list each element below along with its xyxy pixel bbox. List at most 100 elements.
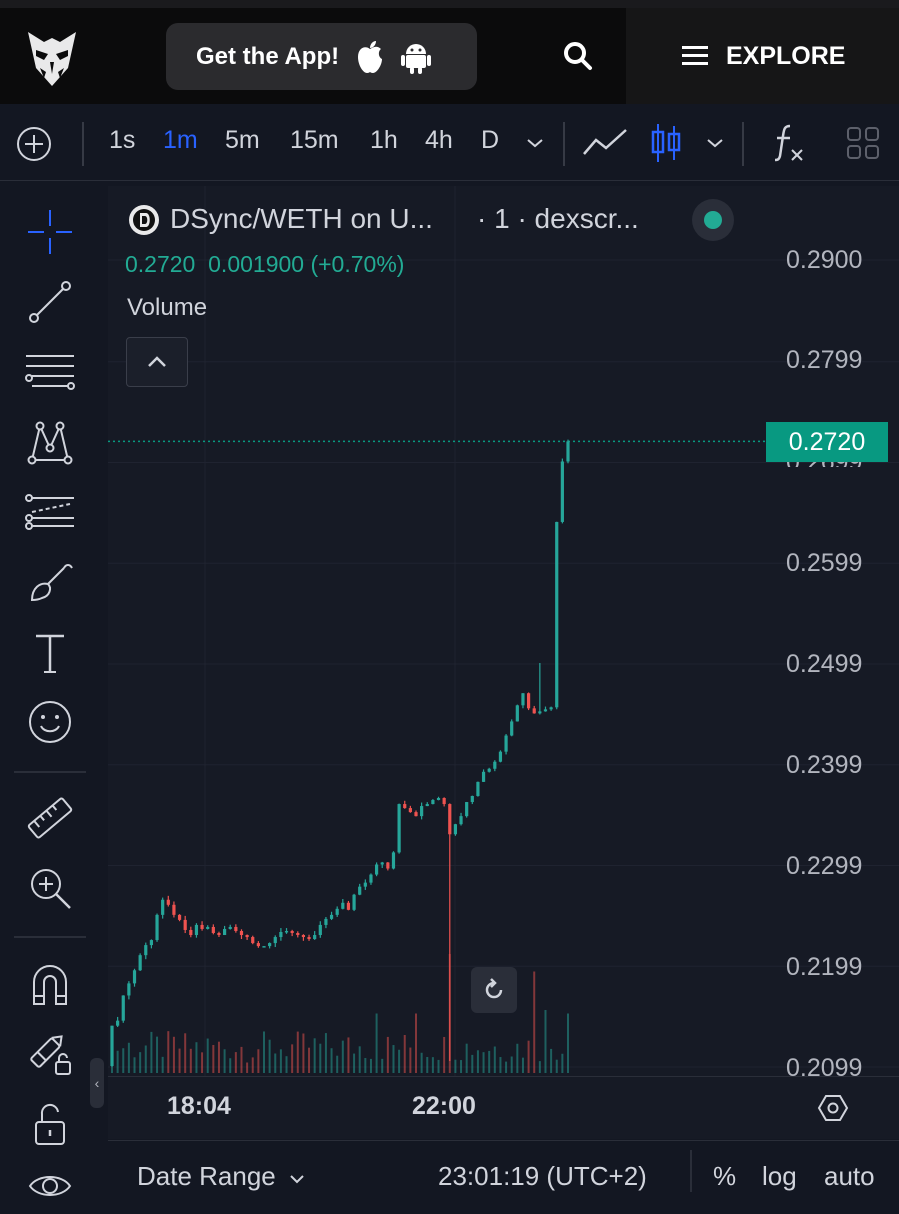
drawing-toolbar [0,186,102,1200]
volume-bar [234,1052,237,1073]
volume-bar [251,1057,254,1073]
trend-line-icon[interactable] [22,274,78,330]
collapse-toolbar-handle[interactable]: ‹ [90,1058,104,1108]
forecast-icon[interactable] [22,484,78,540]
lock-drawings-icon[interactable] [22,1026,78,1082]
clock-timezone[interactable]: 23:01:19 (UTC+2) [438,1161,647,1192]
unlock-icon[interactable] [22,1096,78,1152]
candle-body [116,1020,120,1026]
chart-settings-icon[interactable] [817,1092,849,1129]
volume-bar [392,1045,395,1073]
candle-body [307,937,311,940]
volume-bar [184,1033,187,1073]
volume-bar [291,1044,294,1073]
volume-label: Volume [127,294,208,321]
volume-bar [437,1059,440,1073]
volume-bar [336,1055,339,1073]
date-range-button[interactable]: Date Range [137,1161,305,1192]
candle-body [380,862,384,865]
pattern-icon[interactable] [22,414,78,470]
line-chart-icon[interactable] [582,126,628,163]
volume-bar [454,1059,457,1073]
add-symbol-icon[interactable] [16,126,52,167]
volume-bar [195,1042,198,1073]
candle-body [408,808,412,813]
candle-body [149,940,154,946]
candle-body [296,933,300,936]
volume-bar [156,1036,159,1073]
reset-chart-button[interactable] [471,967,517,1013]
volume-bar [229,1058,232,1073]
candle-body [414,812,418,817]
zoom-in-icon[interactable] [22,860,78,916]
chevron-down-icon [290,1175,304,1184]
percent-toggle[interactable]: % [713,1161,736,1192]
candle-body [144,945,148,956]
interval-4h[interactable]: 4h [425,126,453,155]
candle-body [510,721,514,736]
price-label: 0.2799 [786,346,863,374]
symbol-title[interactable]: DSync/WETH on U... [170,203,433,235]
volume-bar [353,1053,356,1073]
emoji-icon[interactable] [22,694,78,750]
candle-body [335,908,339,915]
market-status-indicator[interactable] [692,199,734,241]
magnet-icon[interactable] [22,956,78,1012]
interval-1m[interactable]: 1m [163,126,198,155]
interval-15m[interactable]: 15m [290,126,339,155]
candle-body [194,924,199,936]
last-price: 0.2720 [125,251,196,277]
indicators-fx-icon[interactable] [772,122,806,169]
volume-bar [415,1013,417,1073]
explore-label: EXPLORE [726,41,846,70]
volume-bar [189,1048,192,1073]
get-app-button[interactable]: Get the App! [166,23,477,90]
fib-retracement-icon[interactable] [22,344,78,400]
ruler-icon[interactable] [22,790,78,846]
brush-icon[interactable] [22,554,78,610]
auto-toggle[interactable]: auto [824,1161,875,1192]
candle-body [313,935,317,940]
volume-bar [111,1044,113,1073]
price-label: 0.2499 [786,650,863,678]
candle-body [532,708,536,714]
collapse-legend-button[interactable] [126,337,188,387]
price-label: 0.2599 [786,549,863,577]
owl-logo-icon[interactable] [22,28,82,88]
candle-body [138,955,142,971]
candle-body [172,904,176,915]
chevron-down-icon[interactable] [706,136,724,154]
candle-body [183,919,187,930]
eye-icon[interactable] [22,1158,78,1214]
volume-bar [246,1062,249,1073]
volume-bar [482,1052,485,1073]
candle-body [245,935,249,938]
interval-5m[interactable]: 5m [225,126,260,155]
explore-button[interactable]: EXPLORE [626,8,899,104]
volume-bar [561,1053,564,1073]
volume-bar [364,1058,367,1073]
volume-bar [279,1049,282,1073]
interval-1h[interactable]: 1h [370,126,398,155]
layout-grid-icon[interactable] [846,126,880,165]
volume-bar [403,1035,406,1073]
volume-bar [257,1049,260,1073]
log-toggle[interactable]: log [762,1161,797,1192]
chart-pane[interactable] [108,186,899,1076]
interval-1s[interactable]: 1s [109,126,135,155]
android-icon [401,40,432,74]
volume-bar [274,1053,277,1073]
crosshair-icon[interactable] [22,204,78,260]
candle-body [465,802,469,817]
candlestick-icon[interactable] [650,122,682,169]
candle-body [555,521,559,708]
candle-body [448,804,452,835]
volume-bar [386,1036,389,1073]
volume-bar [285,1056,288,1073]
price-change: 0.001900 (+0.70%) [208,251,405,277]
search-icon[interactable] [560,38,596,74]
chevron-down-icon[interactable] [526,136,544,154]
volume-bar [426,1056,429,1073]
text-icon[interactable] [22,624,78,680]
interval-d[interactable]: D [481,126,499,155]
